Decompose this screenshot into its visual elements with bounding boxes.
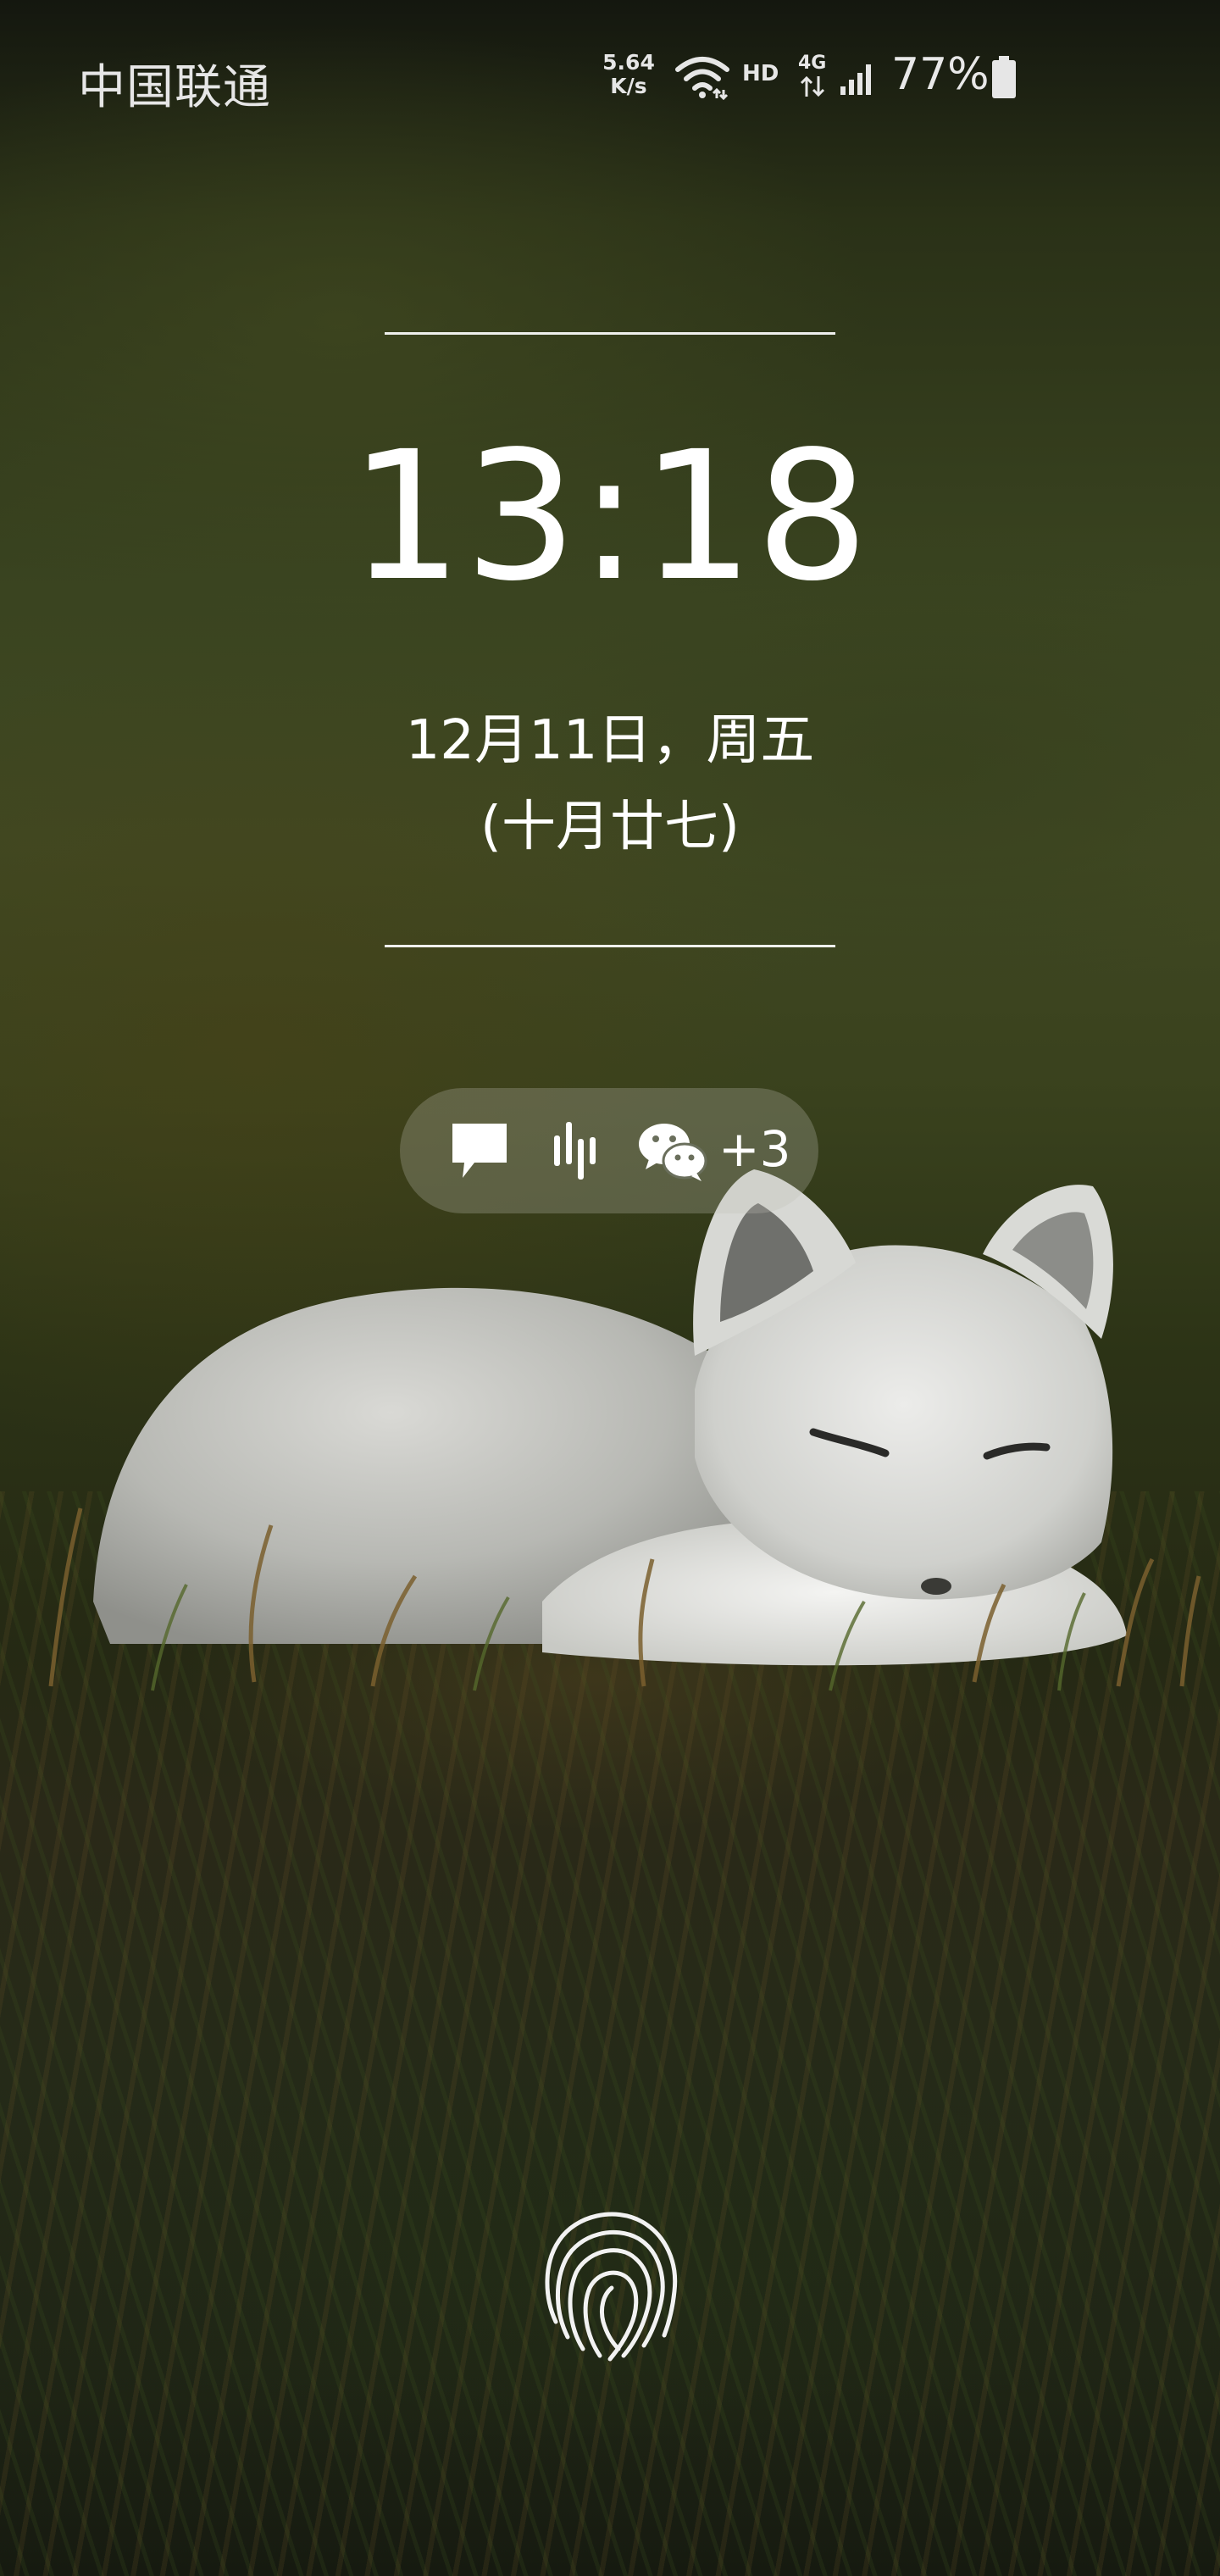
clock-divider-top <box>385 332 835 335</box>
hd-voice-label: HD <box>742 61 779 86</box>
data-arrows-icon <box>800 75 825 97</box>
message-icon[interactable] <box>449 1120 510 1181</box>
network-type-label: 4G <box>798 53 827 74</box>
voice-wave-icon[interactable] <box>551 1120 602 1181</box>
wifi-icon <box>675 57 729 100</box>
lock-date: 12月11日，周五 <box>405 709 815 772</box>
lock-clock: 13:18 <box>349 413 871 620</box>
carrier-name: 中国联通 <box>78 60 271 115</box>
clock-divider-bottom <box>385 945 835 947</box>
battery-percent: 77% <box>891 49 990 100</box>
lock-screen: 中国联通 5.64 K/s HD 4G 77% 13:18 12月11日，周五 … <box>0 0 1220 2576</box>
network-speed-value: 5.64 <box>602 50 655 75</box>
wechat-icon[interactable] <box>637 1120 708 1185</box>
network-speed: 5.64 K/s <box>596 51 661 98</box>
battery-icon <box>992 56 1016 98</box>
network-speed-unit: K/s <box>610 74 647 98</box>
fingerprint-icon[interactable] <box>539 2203 681 2364</box>
signal-icon <box>840 64 871 95</box>
more-notifications-count[interactable]: +3 <box>718 1120 791 1178</box>
wallpaper-ground <box>0 1491 1220 2576</box>
status-bar: 中国联通 5.64 K/s HD 4G 77% <box>0 0 1220 161</box>
lunar-date: (十月廿七) <box>480 796 740 858</box>
